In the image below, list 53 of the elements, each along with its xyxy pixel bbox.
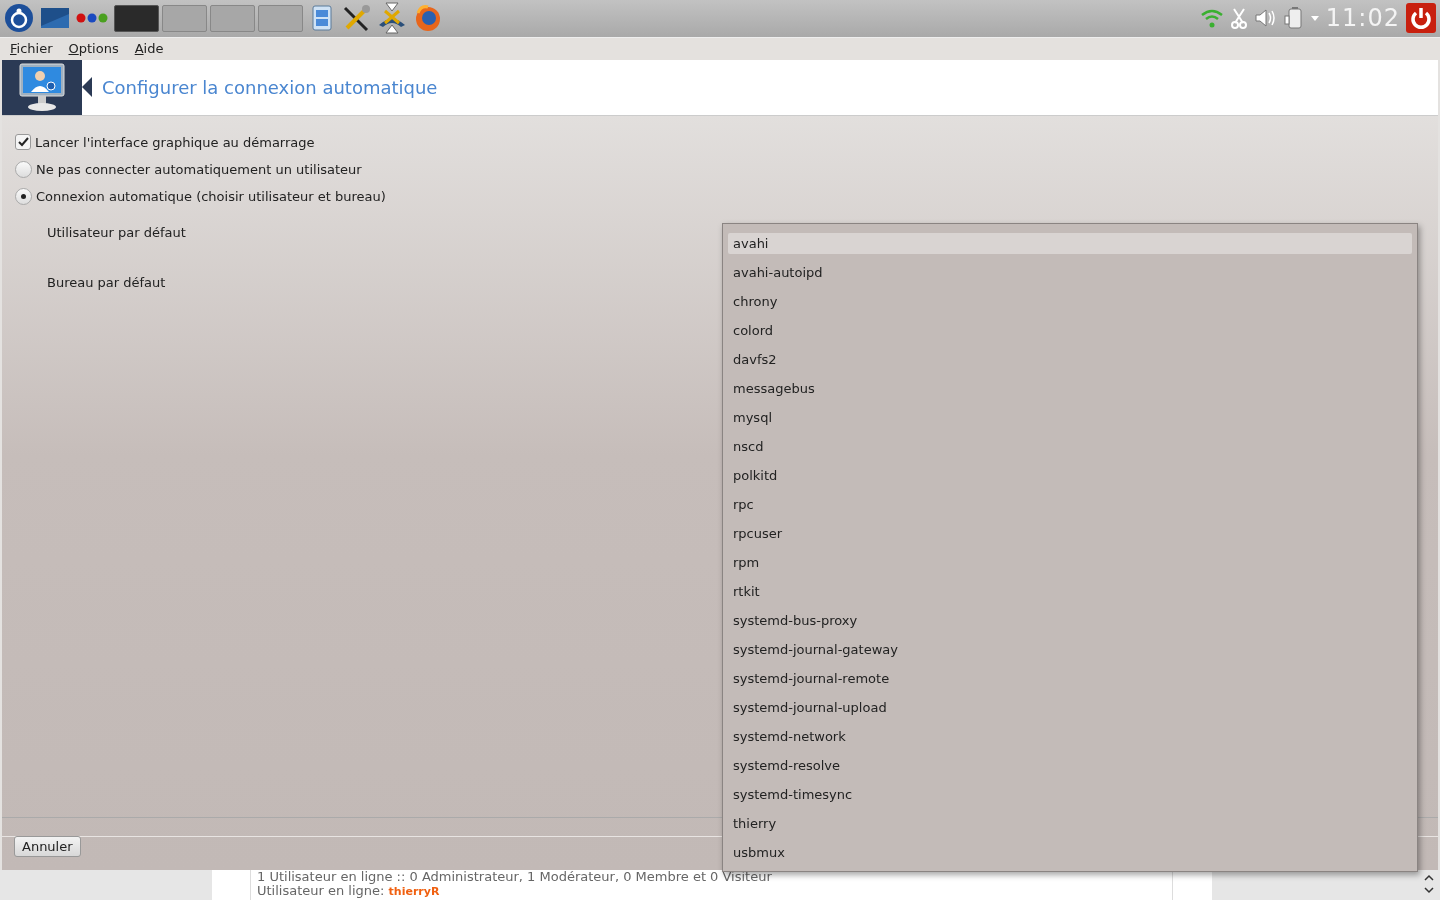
dropdown-item[interactable]: systemd-resolve [728,755,1412,776]
workspace-switcher[interactable] [114,4,159,32]
dropdown-item[interactable]: systemd-journal-upload [728,697,1412,718]
battery-icon[interactable] [1283,6,1304,31]
option-label: Lancer l'interface graphique au démarrage [35,134,315,150]
dropdown-item[interactable]: colord [728,320,1412,341]
scissors-icon[interactable] [1229,7,1248,30]
dropdown-item[interactable]: rpcuser [728,523,1412,544]
file-cabinet-icon[interactable] [309,4,335,33]
dropdown-item[interactable]: thierry [728,813,1412,834]
menu-item[interactable]: Fichier [2,41,61,57]
radio-button[interactable] [15,187,32,205]
workspace-switcher[interactable] [162,4,207,32]
dropdown-item[interactable]: messagebus [728,378,1412,399]
dropdown-item[interactable]: systemd-journal-remote [728,668,1412,689]
dropdown-item[interactable]: avahi [728,233,1412,254]
workspace-switcher[interactable] [258,4,303,32]
dropdown-item[interactable]: nscd [728,436,1412,457]
page-title: Configurer la connexion automatique [102,76,438,98]
workspace-switcher[interactable] [210,4,255,32]
cancel-button[interactable]: Annuler [14,836,81,858]
radio-button[interactable] [15,160,32,178]
start-menu-icon[interactable] [4,3,34,34]
monitor-user-icon [18,62,66,113]
dropdown-item[interactable]: polkitd [728,465,1412,486]
option-label: Connexion automatique (choisir utilisateur et bureau) [36,188,386,204]
field-label: Utilisateur par défaut [47,224,186,240]
dropdown-item[interactable]: avahi-autoipd [728,262,1412,283]
dropdown-item[interactable]: usbmux [728,842,1412,863]
dropdown-item[interactable]: systemd-bus-proxy [728,610,1412,631]
menu-item[interactable]: Aide [126,41,172,57]
desktop-icon[interactable] [40,6,70,31]
dropdown-item[interactable]: davfs2 [728,349,1412,370]
online-stats-text: 1 Utilisateur en ligne :: 0 Administrateur, 1 Modérateur, 0 Membre et 0 Visiteur [257,870,773,885]
caret-icon[interactable] [1309,14,1320,23]
dropdown-item[interactable]: rpm [728,552,1412,573]
dropdown-item[interactable]: mysql [728,407,1412,428]
browser-icon[interactable] [413,3,443,34]
dropdown-item[interactable]: chrony [728,291,1412,312]
dots-icon[interactable] [76,12,108,25]
checkbox[interactable] [15,134,31,151]
online-label: Utilisateur en ligne: [257,883,385,899]
dropdown-item[interactable]: rtkit [728,581,1412,602]
dropdown-item[interactable]: systemd-network [728,726,1412,747]
option-label: Ne pas connecter automatiquement un utilisateur [36,161,362,177]
network-share-icon[interactable] [377,1,407,36]
field-label: Bureau par défaut [47,274,166,290]
power-icon[interactable] [1406,3,1436,34]
dropdown-item[interactable]: systemd-journal-gateway [728,639,1412,660]
dropdown-item[interactable]: systemd-timesync [728,784,1412,805]
menu-item[interactable]: Options [60,41,127,57]
dropdown-item[interactable]: rpc [728,494,1412,515]
tools-icon[interactable] [341,4,371,33]
